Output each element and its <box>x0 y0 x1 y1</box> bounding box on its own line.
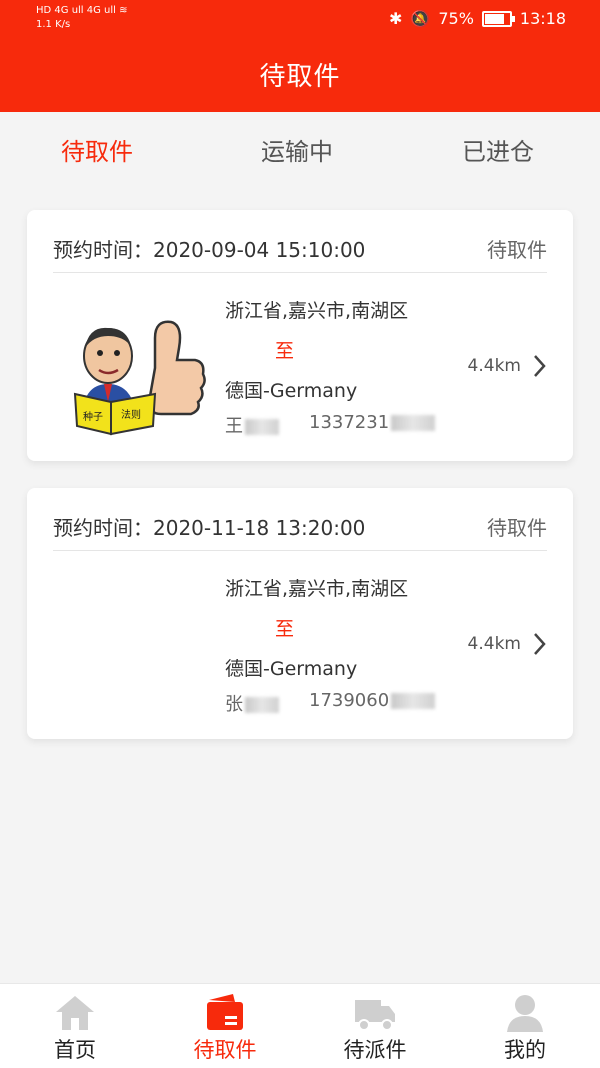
status-bar: HD 4G ull 4G ull ≋ 1.1 K/s ✱ 🔕 75% 13:18 <box>0 0 600 38</box>
order-card-header: 预约时间：2020-11-18 13:20:00 待取件 <box>53 488 547 551</box>
appointment-time: 预约时间：2020-09-04 15:10:00 <box>53 238 366 262</box>
status-left: HD 4G ull 4G ull ≋ 1.1 K/s <box>36 6 128 30</box>
contact-phone-text: 1337231 <box>309 412 390 433</box>
thumbs-up-mascot-image: 种子 法则 <box>73 320 206 436</box>
nav-pending-pickup[interactable]: 待取件 <box>170 984 280 1068</box>
redacted-blur <box>245 697 279 713</box>
to-label: 至 <box>275 618 295 640</box>
order-status: 待取件 <box>487 238 547 262</box>
bottom-nav: 首页 待取件 待派件 我的 <box>0 983 600 1068</box>
appointment-time: 预约时间：2020-11-18 13:20:00 <box>53 516 366 540</box>
nav-pending-delivery[interactable]: 待派件 <box>320 984 430 1068</box>
redacted-blur <box>245 419 279 435</box>
home-icon <box>56 996 94 1030</box>
order-card[interactable]: 预约时间：2020-11-18 13:20:00 待取件 浙江省,嘉兴市,南湖区… <box>27 488 573 739</box>
chevron-right-icon[interactable] <box>529 352 549 380</box>
nav-pending-pickup-label: 待取件 <box>193 1038 257 1062</box>
nav-pending-delivery-label: 待派件 <box>343 1038 407 1062</box>
signal-indicators: HD 4G ull 4G ull ≋ <box>36 5 128 16</box>
battery-percent: 75% <box>438 9 474 28</box>
mute-icon: 🔕 <box>410 9 431 28</box>
nav-home[interactable]: 首页 <box>20 984 130 1068</box>
to-label: 至 <box>275 340 295 362</box>
redacted-blur <box>391 415 436 431</box>
contact-phone: 1337231 <box>309 412 436 433</box>
svg-text:法则: 法则 <box>121 408 141 421</box>
origin-address: 浙江省,嘉兴市,南湖区 <box>225 578 409 600</box>
contact-name-text: 张 <box>225 694 243 715</box>
distance: 4.4km <box>467 634 521 654</box>
tab-in-warehouse[interactable]: 已进仓 <box>462 132 534 167</box>
app-header: HD 4G ull 4G ull ≋ 1.1 K/s ✱ 🔕 75% 13:18… <box>0 0 600 112</box>
chevron-right-icon[interactable] <box>529 630 549 658</box>
nav-home-label: 首页 <box>54 1038 96 1062</box>
order-card-header: 预约时间：2020-09-04 15:10:00 待取件 <box>53 210 547 273</box>
user-icon <box>507 995 543 1032</box>
contact-name: 张 <box>225 690 279 716</box>
origin-address: 浙江省,嘉兴市,南湖区 <box>225 300 409 322</box>
network-speed: 1.1 K/s <box>36 19 71 30</box>
tab-pending-pickup[interactable]: 待取件 <box>61 132 133 167</box>
battery-icon <box>481 10 515 27</box>
order-status: 待取件 <box>487 516 547 540</box>
tab-bar: 待取件 运输中 已进仓 <box>0 112 600 190</box>
destination-address: 德国-Germany <box>225 658 358 680</box>
order-card[interactable]: 预约时间：2020-09-04 15:10:00 待取件 种子 法则 浙江省,嘉… <box>27 210 573 461</box>
contact-name: 王 <box>225 412 279 438</box>
svg-text:种子: 种子 <box>83 410 103 423</box>
page-title: 待取件 <box>259 62 341 92</box>
package-icon <box>207 994 243 1030</box>
tab-in-transit[interactable]: 运输中 <box>261 132 333 167</box>
contact-name-text: 王 <box>225 416 243 437</box>
bluetooth-icon: ✱ <box>389 9 403 28</box>
destination-address: 德国-Germany <box>225 380 358 402</box>
truck-icon <box>355 1000 395 1031</box>
nav-profile[interactable]: 我的 <box>470 984 580 1068</box>
contact-phone: 1739060 <box>309 690 436 711</box>
nav-profile-label: 我的 <box>504 1038 546 1062</box>
redacted-blur <box>391 693 436 709</box>
distance: 4.4km <box>467 356 521 376</box>
contact-phone-text: 1739060 <box>309 690 390 711</box>
clock: 13:18 <box>519 9 566 28</box>
status-right: ✱ 🔕 75% 13:18 <box>389 9 566 28</box>
